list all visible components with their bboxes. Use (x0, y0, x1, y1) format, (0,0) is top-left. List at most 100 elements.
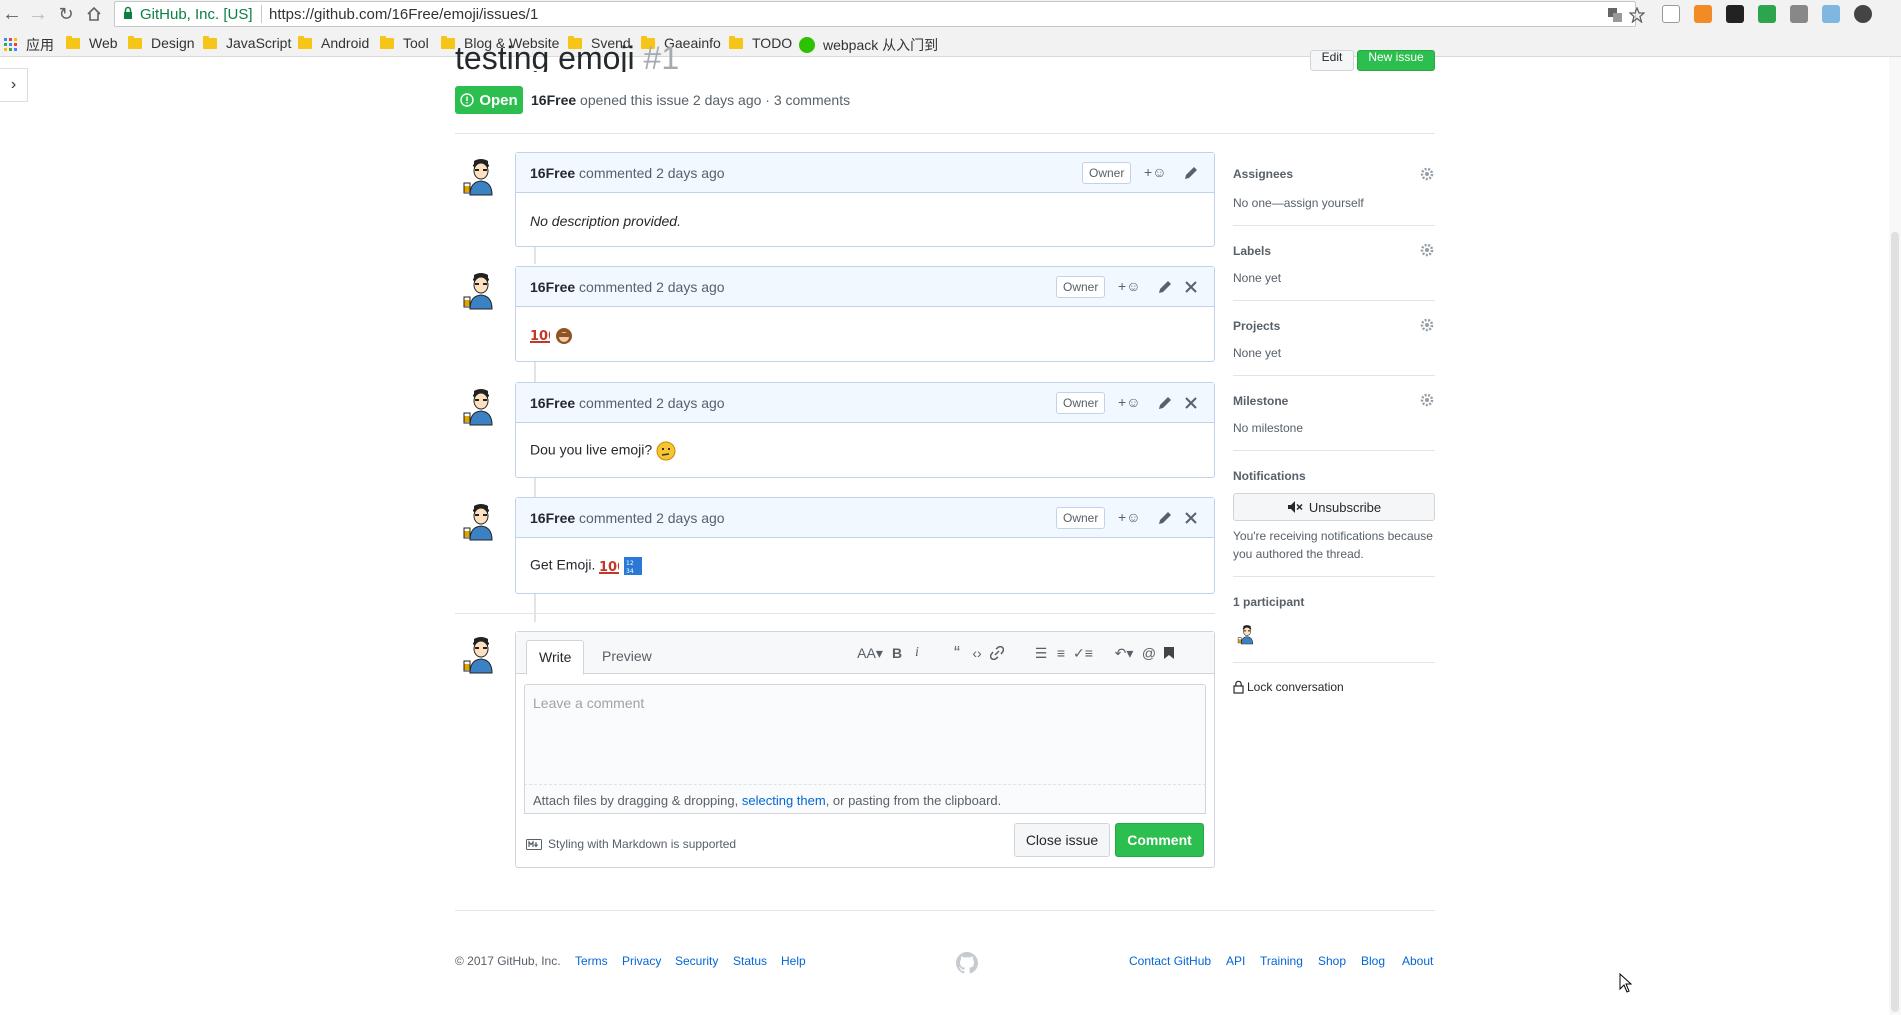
extension-icon[interactable] (1726, 5, 1744, 23)
footer-link-terms[interactable]: Terms (575, 954, 608, 968)
scrollbar-thumb[interactable] (1891, 232, 1899, 1012)
footer-link-shop[interactable]: Shop (1318, 954, 1346, 968)
add-reaction-icon[interactable]: +☺ (1118, 509, 1148, 527)
edit-button[interactable]: Edit (1310, 50, 1354, 71)
comment-author[interactable]: 16Free (530, 510, 575, 526)
folder-icon (298, 35, 312, 49)
bookmark-folder[interactable]: JavaScript (203, 35, 291, 51)
reply-icon[interactable]: ↶▾ (1112, 644, 1136, 662)
gear-icon[interactable] (1420, 243, 1434, 257)
close-icon[interactable] (1182, 509, 1200, 527)
bookmark-apps[interactable]: 应用 (4, 35, 54, 55)
footer-link-blog[interactable]: Blog (1361, 954, 1385, 968)
svg-text:34: 34 (626, 568, 634, 575)
add-reaction-icon[interactable]: +☺ (1144, 164, 1174, 182)
footer-link-status[interactable]: Status (733, 954, 767, 968)
gear-icon[interactable] (1420, 393, 1434, 407)
folder-icon (66, 35, 80, 49)
comment-author[interactable]: 16Free (530, 279, 575, 295)
back-arrow-icon[interactable]: ← (0, 2, 24, 26)
footer-link-about[interactable]: About (1402, 954, 1433, 968)
code-icon[interactable]: ‹› (968, 644, 986, 662)
home-icon[interactable] (82, 2, 106, 26)
extension-icon[interactable] (1662, 5, 1680, 23)
star-icon[interactable] (1629, 7, 1645, 23)
footer-link-contact[interactable]: Contact GitHub (1129, 954, 1211, 968)
comment-author[interactable]: 16Free (530, 165, 575, 181)
close-issue-button[interactable]: Close issue (1014, 823, 1110, 857)
bold-icon[interactable]: B (888, 644, 906, 662)
reload-icon[interactable]: ↻ (54, 2, 78, 26)
bookmark-folder[interactable]: Web (66, 35, 118, 51)
mention-icon[interactable]: @ (1140, 644, 1158, 662)
pencil-icon[interactable] (1156, 394, 1174, 412)
url-text[interactable]: https://github.com/16Free/emoji/issues/1 (269, 6, 538, 23)
lock-conversation-link[interactable]: Lock conversation (1233, 680, 1344, 694)
close-icon[interactable] (1182, 394, 1200, 412)
task-list-icon[interactable]: ✓≡ (1073, 644, 1093, 662)
owner-badge: Owner (1082, 162, 1132, 184)
markdown-note[interactable]: Styling with Markdown is supported (526, 837, 736, 851)
new-issue-button[interactable]: New issue (1357, 50, 1435, 71)
translate-icon[interactable] (1607, 7, 1623, 23)
avatar[interactable] (460, 500, 502, 542)
assignees-value[interactable]: No one—assign yourself (1233, 196, 1364, 210)
avatar[interactable] (460, 633, 502, 675)
quote-icon[interactable]: “ (948, 643, 966, 663)
select-files-link[interactable]: selecting them (742, 793, 826, 808)
footer-link-help[interactable]: Help (781, 954, 806, 968)
ordered-list-icon[interactable]: ≡ (1052, 644, 1070, 662)
status-badge: Open (455, 86, 523, 114)
add-reaction-icon[interactable]: +☺ (1118, 394, 1148, 412)
speed-icon[interactable] (1854, 5, 1872, 23)
bookmark-folder[interactable]: Design (128, 35, 195, 51)
footer-link-privacy[interactable]: Privacy (622, 954, 661, 968)
pencil-icon[interactable] (1182, 164, 1200, 182)
forward-arrow-icon[interactable]: → (26, 2, 50, 26)
footer-link-api[interactable]: API (1226, 954, 1245, 968)
tab-write[interactable]: Write (526, 640, 585, 675)
bookmark-folder[interactable]: Android (298, 35, 369, 51)
tab-preview[interactable]: Preview (590, 640, 664, 675)
footer-link-training[interactable]: Training (1260, 954, 1303, 968)
gear-icon[interactable] (1420, 318, 1434, 332)
bookmark-folder[interactable]: Tool (380, 35, 429, 51)
github-mark-icon[interactable] (956, 952, 978, 974)
bookmark-webpack[interactable]: webpack 从入门到工 (799, 35, 937, 55)
extension-icon[interactable] (1758, 5, 1776, 23)
issue-title: testing emoji #1 (455, 44, 679, 72)
bookmark-icon[interactable] (1160, 644, 1178, 662)
extension-icon[interactable] (1694, 5, 1712, 23)
comment-author[interactable]: 16Free (530, 395, 575, 411)
comment-textarea[interactable] (524, 684, 1206, 784)
bookmark-folder[interactable]: TODO (729, 35, 792, 51)
sidebar-toggle-button[interactable]: › (0, 68, 28, 102)
comment-button[interactable]: Comment (1115, 823, 1204, 857)
avatar[interactable] (460, 269, 502, 311)
text-size-icon[interactable]: AA▾ (856, 644, 884, 662)
add-reaction-icon[interactable]: +☺ (1118, 278, 1148, 296)
participant-avatar[interactable] (1236, 623, 1258, 645)
unordered-list-icon[interactable]: ☰ (1032, 644, 1050, 662)
unsubscribe-button[interactable]: Unsubscribe (1233, 493, 1435, 521)
link-icon[interactable] (988, 644, 1006, 662)
close-icon[interactable] (1182, 278, 1200, 296)
gear-icon[interactable] (1420, 167, 1434, 181)
italic-icon[interactable]: i (908, 644, 926, 662)
comment-header: 16Free commented 2 days ago Owner +☺ (516, 153, 1214, 193)
comment-body: Dou you live emoji? (516, 423, 1214, 479)
footer-copyright: © 2017 GitHub, Inc. (455, 954, 561, 968)
author-link[interactable]: 16Free (531, 92, 576, 108)
owner-badge: Owner (1056, 276, 1106, 298)
address-bar[interactable]: GitHub, Inc. [US] https://github.com/16F… (114, 1, 1645, 27)
bookmarks-bar: 应用 Web Design JavaScript Android Tool Bl… (0, 28, 1901, 57)
extension-icon[interactable] (1822, 5, 1840, 23)
footer-link-security[interactable]: Security (675, 954, 718, 968)
avatar[interactable] (460, 155, 502, 197)
pencil-icon[interactable] (1156, 278, 1174, 296)
camera-icon[interactable] (1790, 5, 1808, 23)
pencil-icon[interactable] (1156, 509, 1174, 527)
attach-files-bar[interactable]: Attach files by dragging & dropping, sel… (524, 784, 1206, 814)
avatar[interactable] (460, 385, 502, 427)
editor-toolbar: Write Preview AA▾ B i “ ‹› ☰ ≡ ✓≡ ↶▾ @ (516, 632, 1214, 675)
